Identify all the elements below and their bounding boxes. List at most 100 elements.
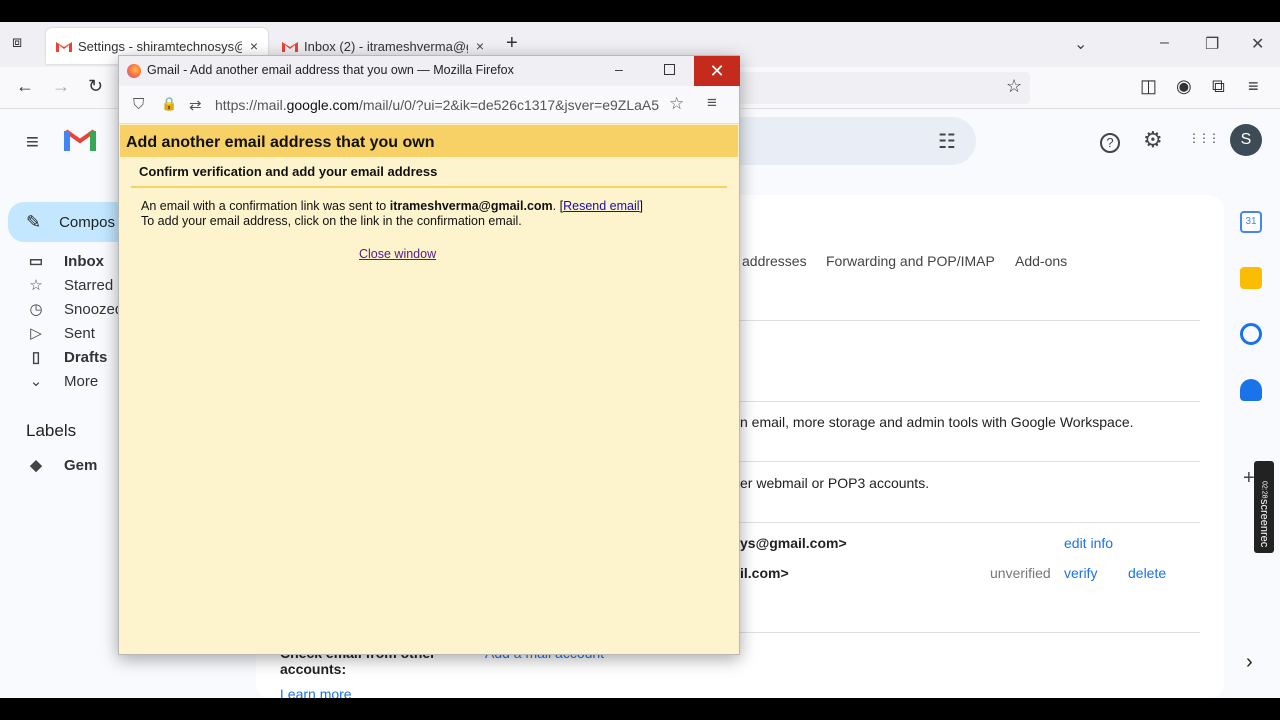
sidebar-item-label: Inbox <box>64 252 104 270</box>
main-menu-icon[interactable]: ≡ <box>26 129 39 155</box>
search-options-icon[interactable]: ☷ <box>938 129 956 154</box>
extensions-icon[interactable]: ⧉ <box>1212 76 1225 97</box>
popup-window-title: Gmail - Add another email address that y… <box>147 63 514 77</box>
popup-title-bar[interactable]: Gmail - Add another email address that y… <box>119 56 740 86</box>
divider <box>740 632 1200 633</box>
divider <box>740 522 1200 523</box>
google-apps-icon[interactable]: ⋮⋮⋮ <box>1188 131 1220 145</box>
tab-add-ons[interactable]: Add-ons <box>1015 253 1067 269</box>
tasks-icon[interactable] <box>1240 323 1262 345</box>
forward-button[interactable]: → <box>52 76 70 97</box>
close-window-link[interactable]: Close window <box>359 247 436 261</box>
pencil-icon: ✎ <box>26 211 42 232</box>
keep-icon[interactable] <box>1240 267 1262 289</box>
tab-label: Inbox (2) - itrameshverma@gm <box>304 38 468 54</box>
sidebar-item-label: Snoozed <box>64 300 124 318</box>
popup-url-text: https://mail.google.com/mail/u/0/?ui=2&i… <box>215 97 660 113</box>
gmail-logo-icon[interactable] <box>64 127 96 151</box>
compose-label: Compos <box>59 213 115 231</box>
label-tag-icon: ◆ <box>30 457 42 474</box>
sidebar-item-label: Starred <box>64 276 114 294</box>
webmail-text: er webmail or POP3 accounts. <box>740 475 930 491</box>
delete-link[interactable]: delete <box>1128 565 1166 581</box>
send-as-address-1: ys@gmail.com> <box>740 535 847 551</box>
sidebar-item-snoozed[interactable]: ◷ Snoozed <box>26 297 123 321</box>
learn-more-link[interactable]: Learn more <box>280 686 352 698</box>
new-tab-button[interactable]: + <box>506 32 518 55</box>
permissions-icon[interactable]: ⇄ <box>189 96 202 114</box>
window-close-button[interactable]: ✕ <box>1251 34 1264 54</box>
calendar-icon[interactable]: 31 <box>1240 211 1262 233</box>
avatar[interactable]: S <box>1230 124 1262 156</box>
label-item-gem[interactable]: ◆ Gem <box>26 453 97 477</box>
sidebar-item-label: Drafts <box>64 348 108 366</box>
confirmation-instructions: To add your email address, click on the … <box>141 214 522 228</box>
app-menu-icon[interactable]: ≡ <box>1248 76 1259 97</box>
back-button[interactable]: ← <box>16 76 34 97</box>
window-minimize-button[interactable]: – <box>1160 34 1169 52</box>
screenrec-time: 02:28 <box>1260 481 1268 499</box>
contacts-icon[interactable] <box>1240 379 1262 401</box>
popup-minimize-button[interactable]: – <box>615 61 623 77</box>
help-icon[interactable]: ? <box>1100 127 1120 153</box>
tab-forwarding-pop-imap[interactable]: Forwarding and POP/IMAP <box>826 253 995 269</box>
bottom-black-bar <box>0 698 1280 720</box>
chevron-down-icon: ⌄ <box>29 373 43 390</box>
tab-accounts-addresses[interactable]: addresses <box>742 253 807 269</box>
add-email-popup-window: Gmail - Add another email address that y… <box>118 55 740 655</box>
labels-heading: Labels <box>26 421 77 440</box>
sidebar-item-more[interactable]: ⌄ More <box>26 369 98 393</box>
bookmark-star-icon[interactable]: ☆ <box>669 94 684 114</box>
screen: ⧈ Settings - shiramtechnosys@g × Inbox (… <box>0 22 1280 698</box>
star-icon: ☆ <box>29 277 43 294</box>
shield-icon[interactable]: ⛉ <box>133 96 144 113</box>
popup-menu-icon[interactable]: ≡ <box>707 93 717 113</box>
divider <box>740 401 1200 402</box>
confirmation-email-address: itrameshverma@gmail.com <box>389 199 553 213</box>
sidebar-item-starred[interactable]: ☆ Starred <box>26 273 113 297</box>
sidebar-item-sent[interactable]: ▷ Sent <box>26 321 95 345</box>
gmail-favicon-icon <box>56 40 72 52</box>
next-arrow-icon[interactable]: › <box>1246 651 1253 674</box>
pocket-icon[interactable]: ◫ <box>1140 76 1157 97</box>
account-icon[interactable]: ◉ <box>1176 76 1192 97</box>
popup-url-bar[interactable]: ⛉ 🔒 ⇄ https://mail.google.com/mail/u/0/?… <box>119 86 739 124</box>
inbox-icon: ▭ <box>28 253 44 270</box>
resend-email-link[interactable]: Resend email <box>563 199 639 213</box>
popup-subheading: Confirm verification and add your email … <box>139 164 438 179</box>
workspace-upgrade-text: n email, more storage and admin tools wi… <box>740 414 1134 430</box>
divider <box>131 186 727 188</box>
edit-info-link[interactable]: edit info <box>1064 535 1113 551</box>
sidebar-item-inbox[interactable]: ▭ Inbox <box>26 249 104 273</box>
lock-icon[interactable]: 🔒 <box>161 96 177 112</box>
sidebar-item-label: Sent <box>64 324 95 342</box>
sidebar-item-label: More <box>64 372 99 390</box>
gmail-favicon-icon <box>282 40 298 52</box>
settings-gear-icon[interactable]: ⚙ <box>1143 127 1163 153</box>
tab-close-icon[interactable]: × <box>250 38 258 54</box>
popup-close-button[interactable]: ✕ <box>694 56 740 86</box>
clock-icon: ◷ <box>29 301 43 318</box>
add-addon-icon[interactable]: + <box>1243 467 1255 490</box>
sidebar-item-drafts[interactable]: ▯ Drafts <box>26 345 108 369</box>
label-item-text: Gem <box>64 456 98 474</box>
confirmation-message: An email with a confirmation link was se… <box>141 199 644 213</box>
tab-close-icon[interactable]: × <box>476 38 484 54</box>
unverified-status: unverified <box>990 565 1051 581</box>
bookmark-star-icon[interactable]: ☆ <box>1006 76 1022 97</box>
draft-icon: ▯ <box>31 349 41 366</box>
popup-maximize-button[interactable] <box>664 64 675 75</box>
reload-button[interactable]: ↻ <box>88 76 103 97</box>
send-icon: ▷ <box>30 325 42 342</box>
firefox-icon <box>127 64 141 78</box>
tab-overview-icon[interactable]: ⧈ <box>12 34 22 52</box>
screenrec-label: screenrec <box>1258 498 1270 547</box>
popup-heading: Add another email address that you own <box>120 125 738 157</box>
divider <box>740 461 1200 462</box>
window-restore-button[interactable]: ❐ <box>1205 34 1219 54</box>
divider <box>740 320 1200 321</box>
tab-label: Settings - shiramtechnosys@g <box>78 38 242 54</box>
verify-link[interactable]: verify <box>1064 565 1097 581</box>
send-as-address-2: il.com> <box>740 565 789 581</box>
tab-list-icon[interactable]: ⌄ <box>1074 34 1087 54</box>
